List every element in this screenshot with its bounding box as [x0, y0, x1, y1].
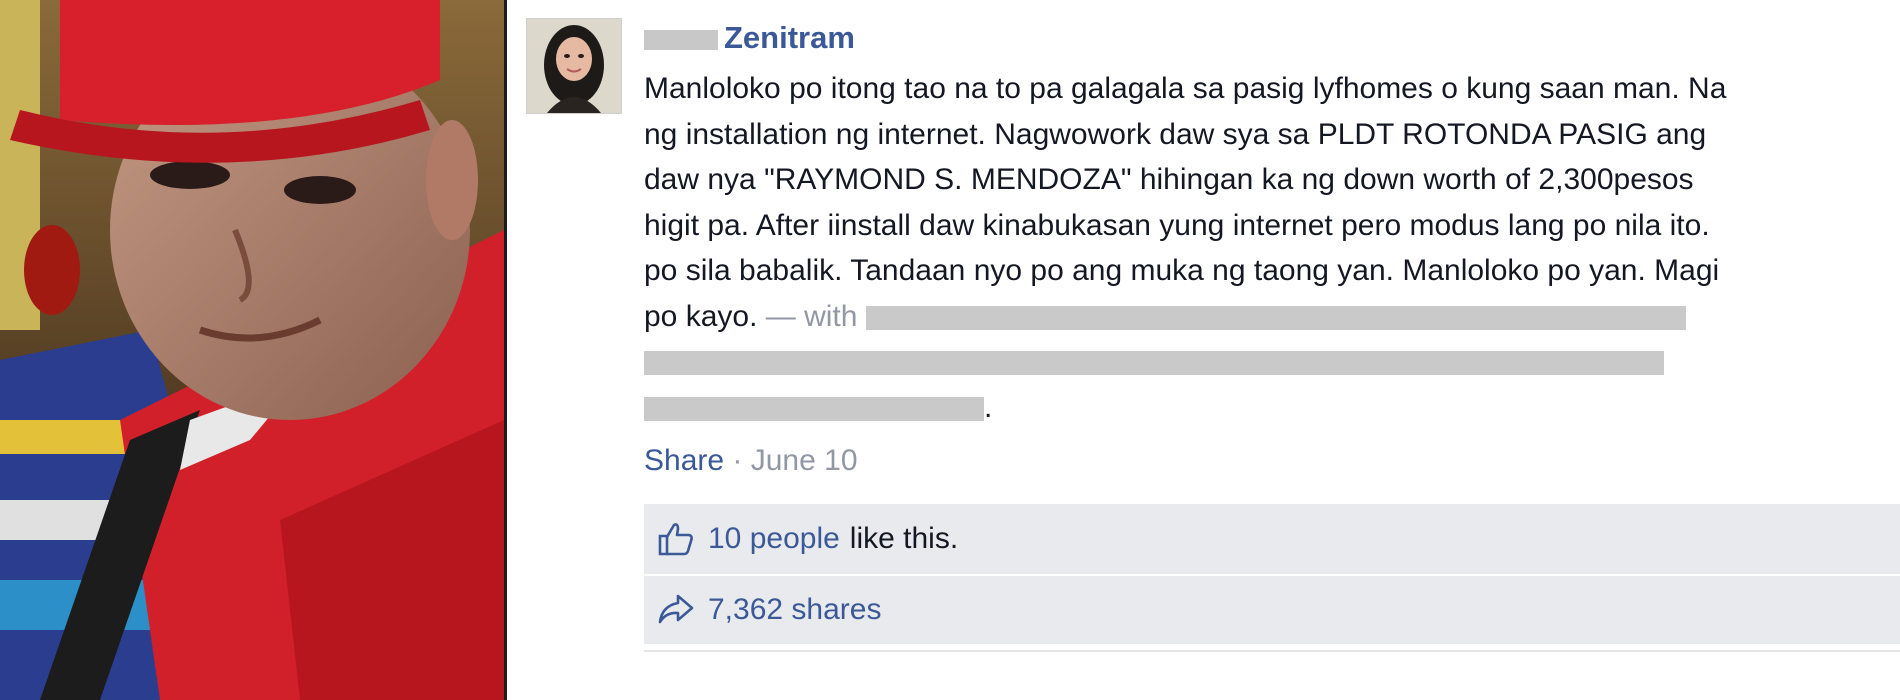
- redacted-tagged-friends[interactable]: [644, 351, 1664, 376]
- redacted-tagged-friends[interactable]: [644, 396, 984, 421]
- message-line: po sila babalik. Tandaan nyo po ang muka…: [644, 254, 1720, 287]
- share-arrow-icon: [656, 590, 696, 630]
- with-label: — with: [765, 299, 858, 333]
- thumbs-up-icon[interactable]: [656, 519, 696, 559]
- redacted-first-name: [644, 29, 718, 50]
- photo-divider: [504, 0, 507, 700]
- post-message: Manloloko po itong tao na to pa galagala…: [644, 66, 1900, 430]
- tag-period: .: [984, 390, 993, 424]
- tagged-friends-line: [644, 339, 1900, 385]
- likes-count[interactable]: 10 people: [708, 522, 840, 556]
- post-actions: Share · June 10: [644, 444, 858, 478]
- author-name[interactable]: Zenitram: [644, 20, 855, 56]
- redacted-tagged-friends[interactable]: [865, 305, 1686, 330]
- message-line-with-tags: po kayo. — with: [644, 294, 1900, 340]
- message-line: daw nya "RAYMOND S. MENDOZA" hihingan ka…: [644, 163, 1694, 196]
- post-date[interactable]: June 10: [751, 444, 858, 477]
- feedback-box: 10 people like this. 7,362 shares: [644, 504, 1900, 644]
- author-last-name: Zenitram: [724, 20, 855, 55]
- message-line: ng installation ng internet. Nagwowork d…: [644, 117, 1707, 151]
- shares-count[interactable]: 7,362 shares: [708, 593, 881, 627]
- action-separator: ·: [732, 444, 743, 477]
- author-avatar[interactable]: [526, 18, 622, 114]
- post-story: Zenitram Manloloko po itong tao na to pa…: [526, 0, 1900, 700]
- message-closing: po kayo.: [644, 299, 758, 333]
- shares-row: 7,362 shares: [644, 574, 1900, 644]
- message-line: higit pa. After iinstall daw kinabukasan…: [644, 208, 1710, 242]
- tagged-friends-line: .: [644, 385, 1900, 431]
- avatar-image: [527, 19, 621, 113]
- likes-row: 10 people like this.: [644, 504, 1900, 574]
- person-photo-image: [0, 0, 504, 700]
- likes-suffix: like this.: [849, 522, 959, 555]
- share-link[interactable]: Share: [644, 444, 724, 477]
- message-line: Manloloko po itong tao na to pa galagala…: [644, 72, 1727, 105]
- post-divider: [644, 650, 1900, 652]
- shared-photo[interactable]: [0, 0, 504, 700]
